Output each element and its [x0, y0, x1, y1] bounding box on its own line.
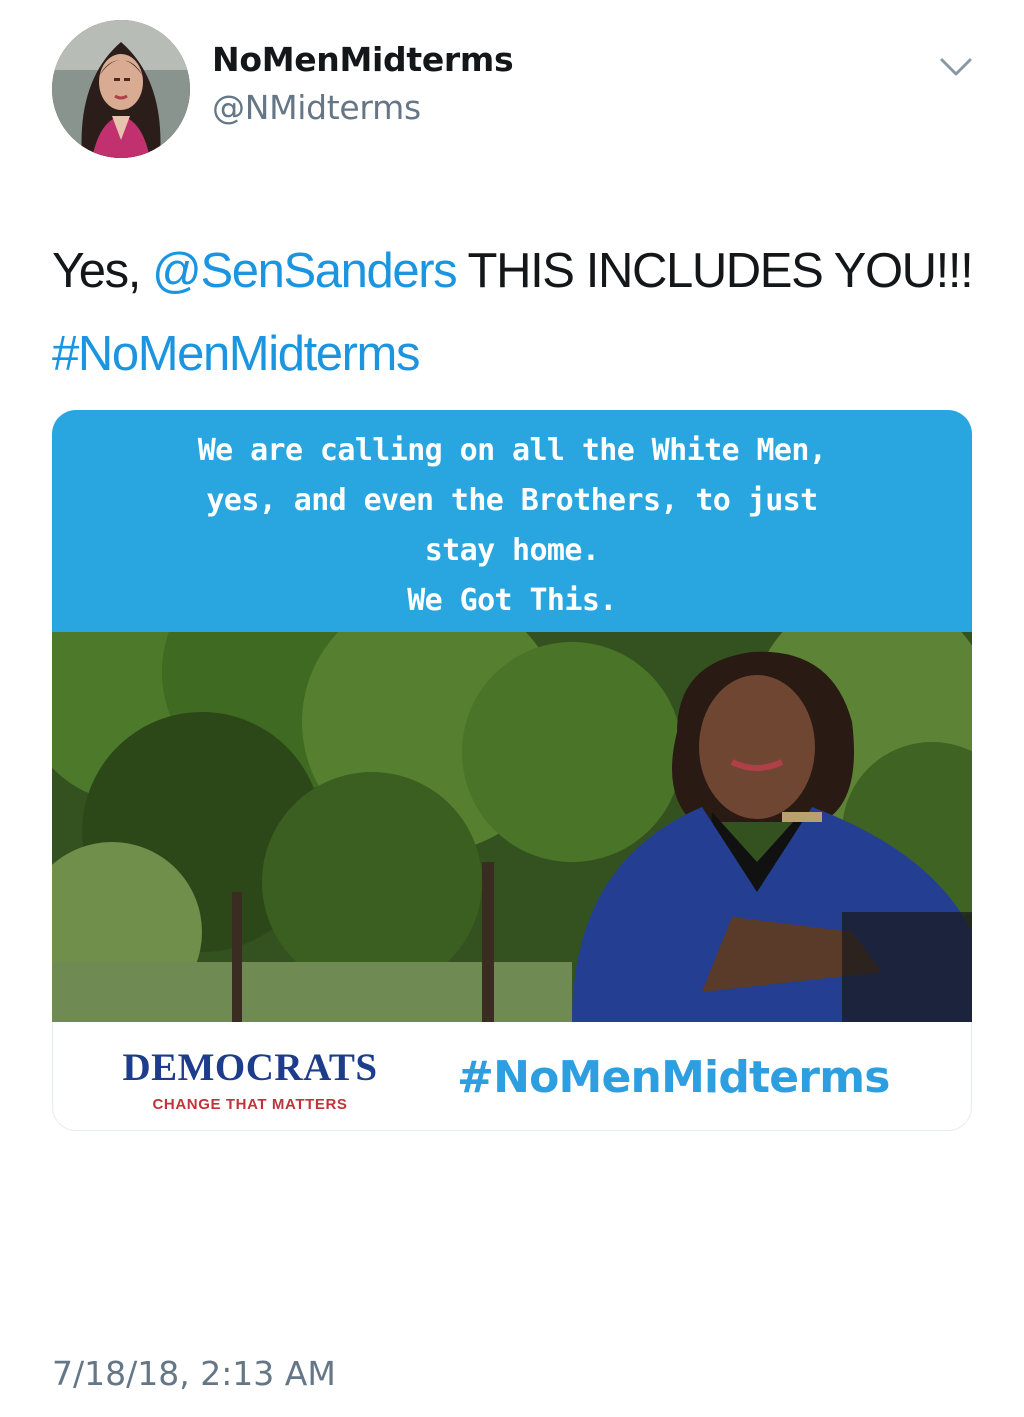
banner-text: We are calling on all the White Men, yes… — [197, 433, 827, 618]
avatar-photo — [52, 20, 190, 158]
democrats-logo-subtitle: CHANGE THAT MATTERS — [152, 1096, 348, 1113]
hashtag-link[interactable]: #NoMenMidterms — [52, 327, 420, 381]
card-footer: DEMOCRATS CHANGE THAT MATTERS #NoMenMidt… — [52, 1022, 972, 1131]
card-hashtag: #NoMenMidterms — [457, 1052, 890, 1103]
tweet-text: Yes, @SenSanders THIS INCLUDES YOU!!! #N… — [52, 230, 982, 396]
media-card[interactable]: We are calling on all the White Men, yes… — [52, 410, 972, 1022]
mention-link[interactable]: @SenSanders — [152, 244, 457, 298]
avatar[interactable] — [52, 20, 190, 158]
tweet-text-middle: THIS INCLUDES YOU!!! — [456, 244, 974, 298]
democrats-logo-title: DEMOCRATS — [122, 1046, 378, 1089]
card-photo — [52, 632, 972, 1022]
user-handle[interactable]: @NMidterms — [212, 88, 421, 127]
card-banner: We are calling on all the White Men, yes… — [52, 410, 972, 632]
display-name[interactable]: NoMenMidterms — [212, 40, 514, 79]
chevron-down-icon[interactable] — [936, 52, 976, 82]
tweet-text-prefix: Yes, — [52, 244, 153, 298]
democrats-logo: DEMOCRATS CHANGE THAT MATTERS — [105, 1046, 395, 1113]
tweet-timestamp[interactable]: 7/18/18, 2:13 AM — [52, 1354, 336, 1393]
tweet: NoMenMidterms @NMidterms Yes, @SenSander… — [0, 0, 1024, 1417]
